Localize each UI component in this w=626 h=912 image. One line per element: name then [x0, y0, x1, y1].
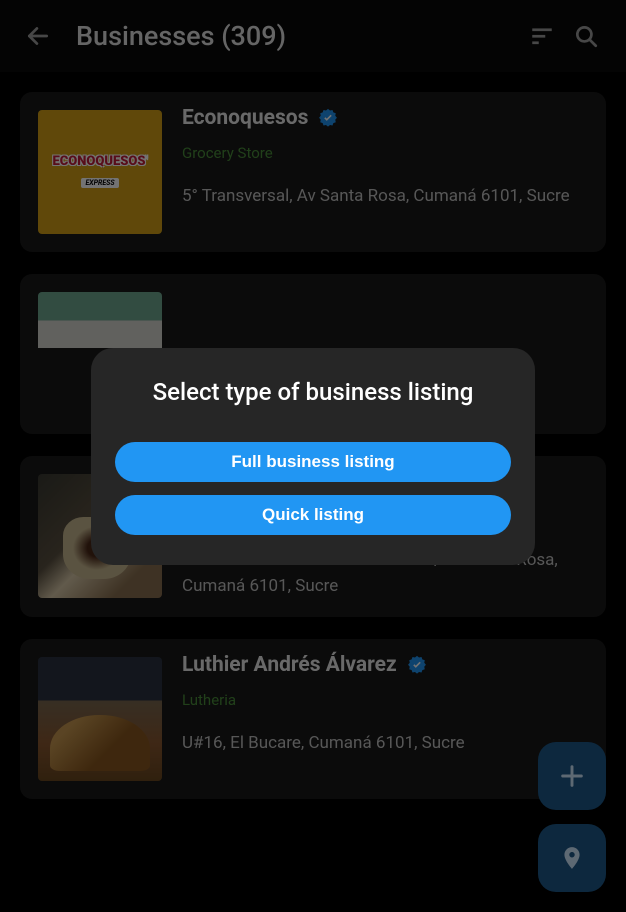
quick-listing-button[interactable]: Quick listing: [115, 495, 511, 535]
modal-overlay[interactable]: Select type of business listing Full bus…: [0, 0, 626, 912]
dialog-title: Select type of business listing: [153, 378, 474, 406]
listing-type-dialog: Select type of business listing Full bus…: [91, 348, 535, 565]
full-listing-button[interactable]: Full business listing: [115, 442, 511, 482]
